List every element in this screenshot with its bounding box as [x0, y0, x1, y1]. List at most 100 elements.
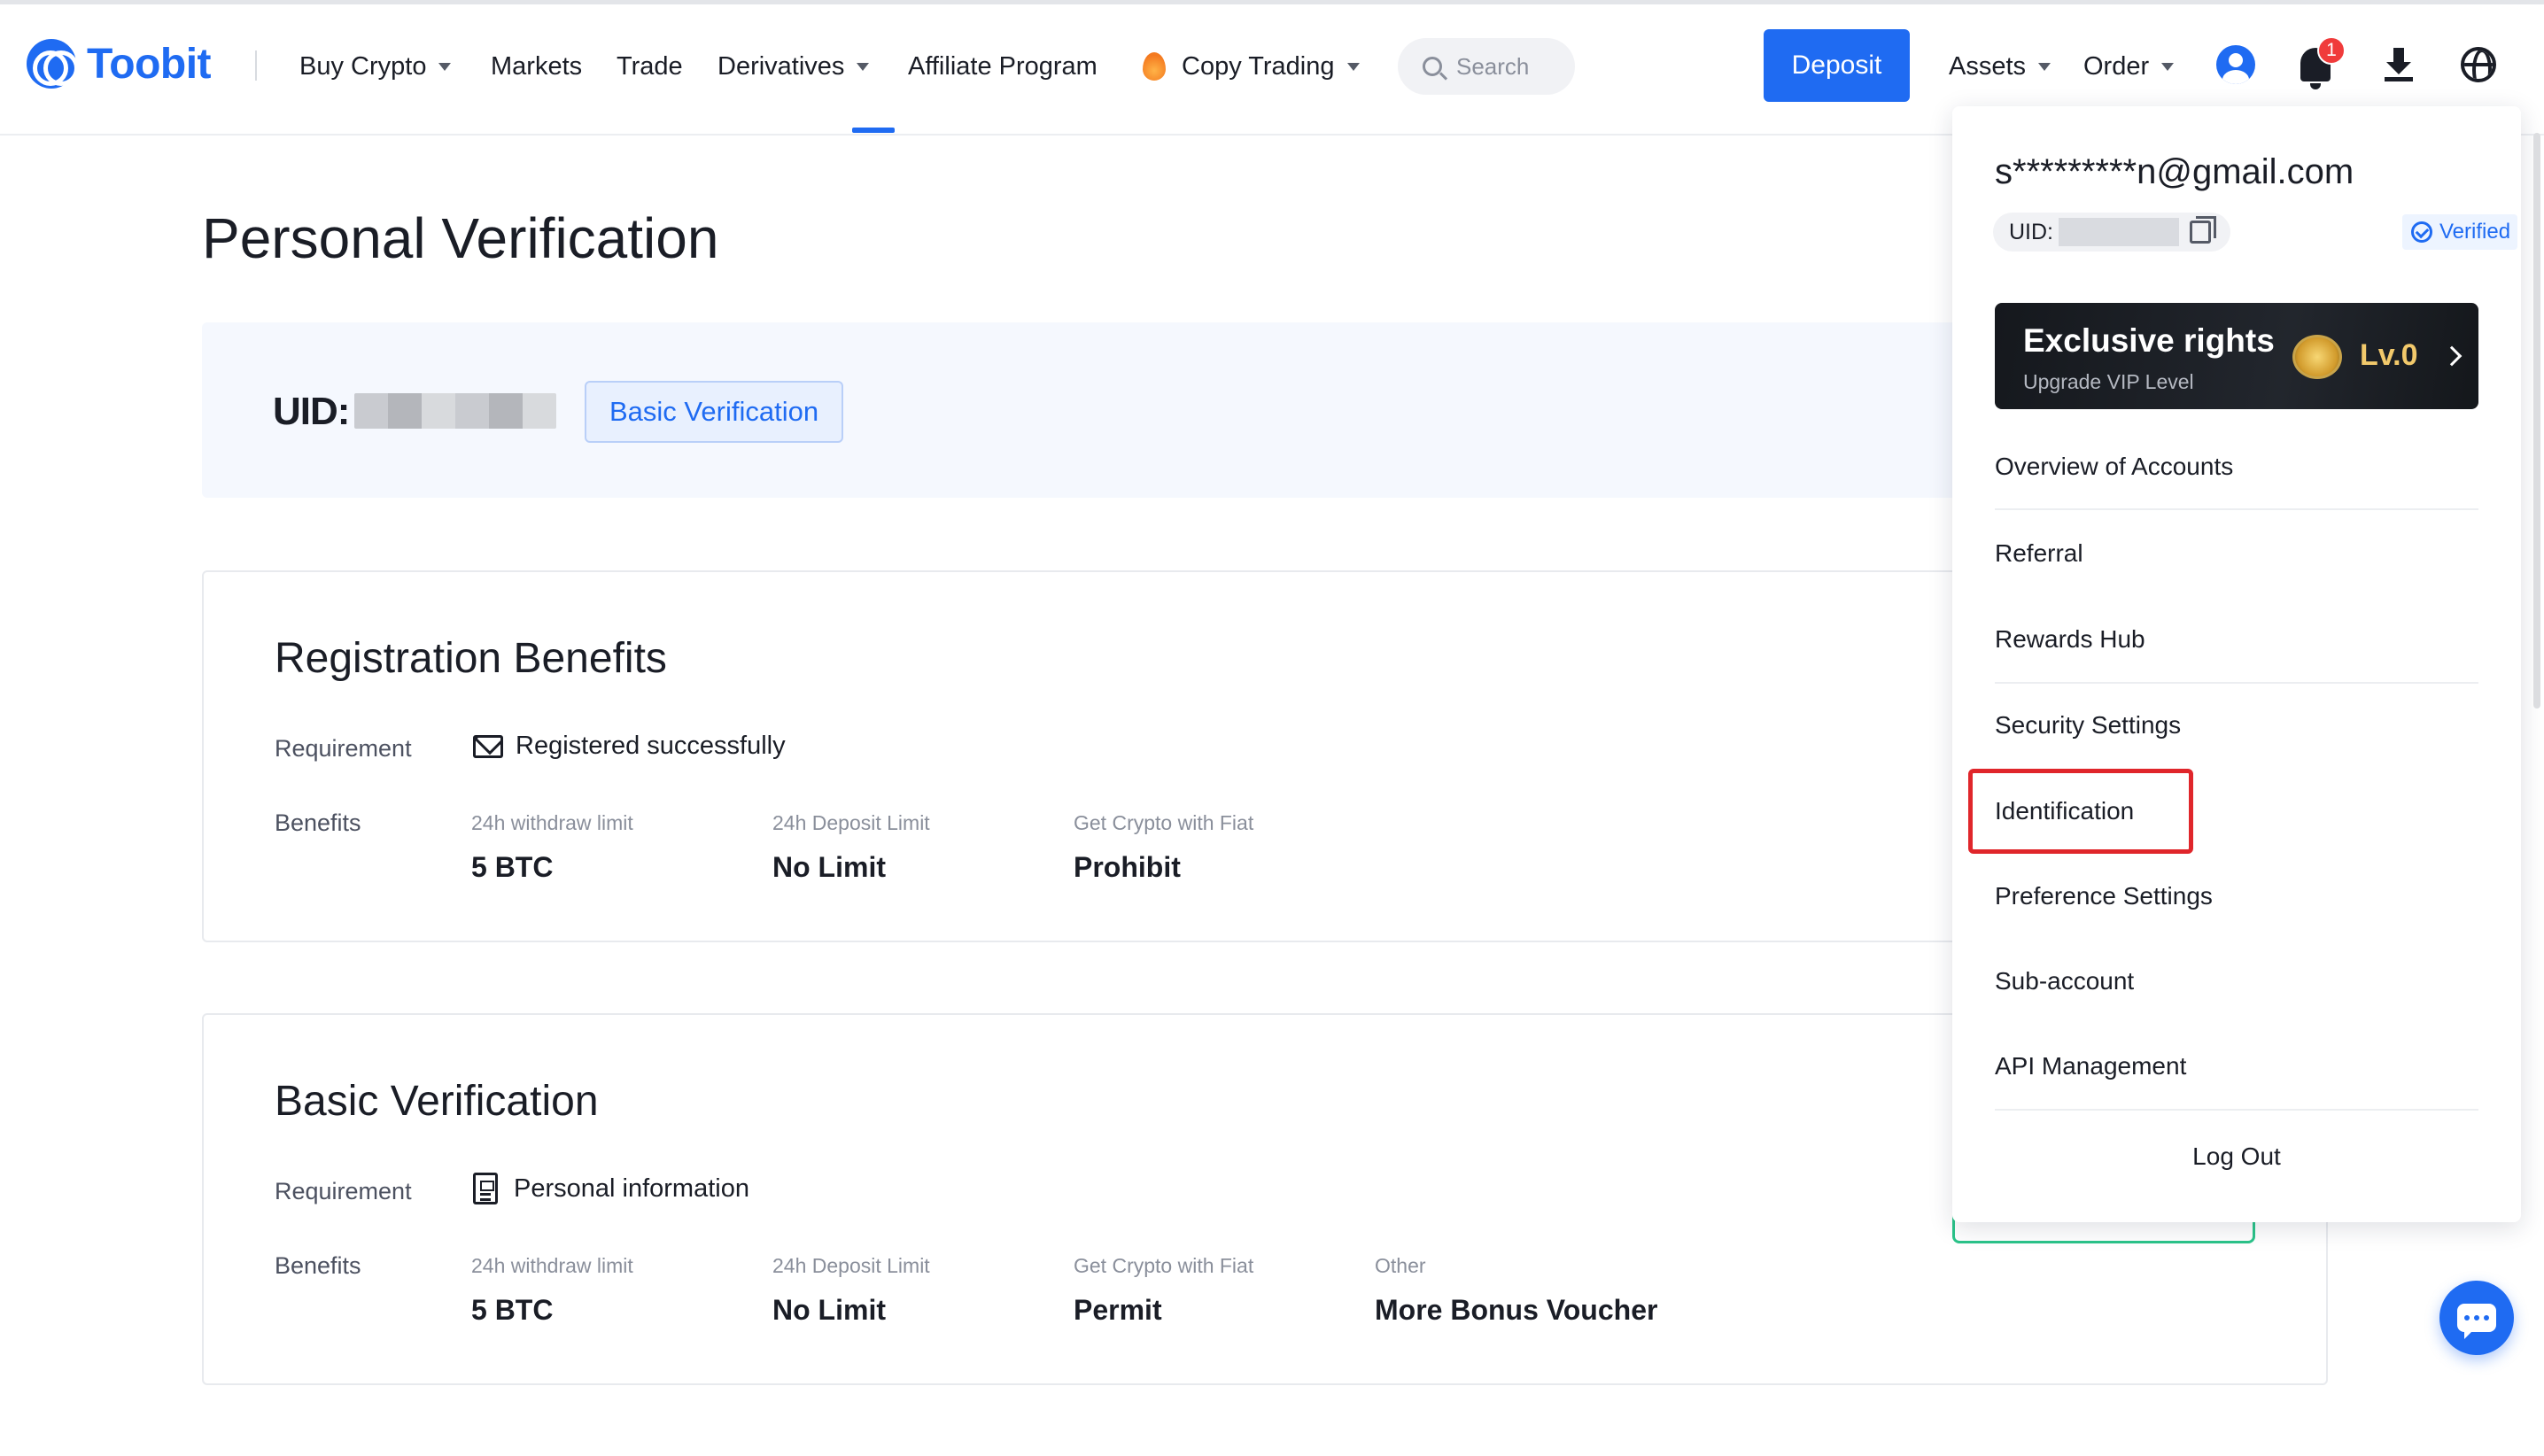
nav-affiliate-program[interactable]: Affiliate Program: [908, 47, 1097, 86]
download-button[interactable]: [2376, 42, 2422, 88]
uid-chip: UID:: [1993, 213, 2230, 252]
verified-badge: Verified: [2402, 214, 2518, 250]
nav-assets[interactable]: Assets: [1949, 47, 2051, 86]
uid-label: UID:: [2009, 219, 2053, 244]
search-icon: [1423, 57, 1442, 76]
page-title: Personal Verification: [202, 206, 719, 270]
toobit-logo-icon: [27, 39, 79, 89]
menu-api-management[interactable]: API Management: [1995, 1044, 2186, 1088]
nav-derivatives-label: Derivatives: [717, 52, 845, 81]
vip-title: Exclusive rights: [2023, 322, 2275, 359]
user-avatar-icon: [2216, 45, 2255, 84]
benefit-value: 5 BTC: [471, 851, 554, 883]
nav-copy-trading[interactable]: Copy Trading: [1143, 47, 1360, 86]
nav-order-label: Order: [2083, 52, 2150, 81]
globe-icon: [2461, 47, 2496, 82]
benefit-crypto-with-fiat: Get Crypto with Fiat Prohibit: [1074, 811, 1253, 884]
search-input[interactable]: [1456, 52, 1563, 81]
benefit-value: Permit: [1074, 1294, 1162, 1326]
vip-medal-icon: [2292, 335, 2342, 379]
document-icon: [473, 1173, 498, 1204]
caret-down-icon: [857, 62, 870, 71]
verified-label: Verified: [2439, 220, 2511, 244]
requirement-label: Requirement: [275, 735, 412, 762]
uid-value-redacted: [2059, 218, 2179, 246]
requirement-value: Registered successfully: [473, 732, 786, 761]
benefits-label: Benefits: [275, 1252, 361, 1279]
card-title: Basic Verification: [275, 1078, 599, 1125]
menu-preference-settings[interactable]: Preference Settings: [1995, 874, 2213, 918]
benefit-value: No Limit: [772, 1294, 886, 1326]
uid-label: UID:: [273, 390, 350, 433]
caret-down-icon: [2038, 62, 2051, 71]
benefit-withdraw-limit: 24h withdraw limit 5 BTC: [471, 1254, 633, 1327]
account-button[interactable]: [2213, 42, 2259, 88]
benefit-label: Get Crypto with Fiat: [1074, 811, 1254, 834]
benefit-crypto-with-fiat: Get Crypto with Fiat Permit: [1074, 1254, 1253, 1327]
account-dropdown: s*********n@gmail.com UID: Verified Excl…: [1952, 106, 2521, 1222]
caret-down-icon: [1346, 62, 1360, 71]
nav-derivatives[interactable]: Derivatives: [717, 47, 870, 86]
nav-active-indicator: [852, 128, 895, 133]
check-circle-icon: [2411, 221, 2432, 243]
benefit-deposit-limit: 24h Deposit Limit No Limit: [772, 1254, 930, 1327]
requirement-text: Registered successfully: [516, 732, 786, 760]
logo-divider: [255, 50, 257, 81]
benefit-value: More Bonus Voucher: [1375, 1294, 1658, 1326]
menu-divider: [1995, 508, 2478, 510]
uid-panel: UID: Basic Verification: [202, 322, 1982, 498]
menu-rewards-hub[interactable]: Rewards Hub: [1995, 617, 2145, 662]
page-scrollbar[interactable]: [2533, 133, 2540, 709]
requirement-value: Personal information: [473, 1173, 749, 1204]
nav-order[interactable]: Order: [2083, 47, 2175, 86]
nav-copy-trading-label: Copy Trading: [1182, 52, 1335, 81]
flame-icon: [1143, 52, 1166, 81]
caret-down-icon: [438, 62, 452, 71]
menu-sub-account[interactable]: Sub-account: [1995, 959, 2134, 1003]
benefit-other: Other More Bonus Voucher: [1375, 1254, 1657, 1327]
identification-highlight-box: [1968, 769, 2193, 854]
requirement-text: Personal information: [514, 1173, 749, 1203]
vip-subtitle: Upgrade VIP Level: [2023, 370, 2194, 393]
brand-name: Toobit: [87, 40, 212, 88]
chevron-right-icon: [2441, 345, 2463, 367]
account-email: s*********n@gmail.com: [1995, 152, 2354, 191]
benefit-label: 24h Deposit Limit: [772, 811, 930, 834]
logout-button[interactable]: Log Out: [1952, 1142, 2521, 1171]
nav-buy-crypto-label: Buy Crypto: [299, 52, 427, 81]
benefit-value: Prohibit: [1074, 851, 1181, 883]
support-chat-button[interactable]: [2439, 1281, 2514, 1355]
menu-overview-of-accounts[interactable]: Overview of Accounts: [1995, 445, 2233, 489]
download-icon: [2385, 48, 2413, 81]
uid-value-redacted: [354, 393, 556, 429]
requirement-label: Requirement: [275, 1178, 412, 1204]
benefit-withdraw-limit: 24h withdraw limit 5 BTC: [471, 811, 633, 884]
nav-assets-label: Assets: [1949, 52, 2027, 81]
menu-divider: [1995, 682, 2478, 684]
benefit-label: 24h Deposit Limit: [772, 1254, 930, 1277]
benefit-value: 5 BTC: [471, 1294, 554, 1326]
chat-bubble-icon: [2457, 1304, 2496, 1339]
search-box[interactable]: [1398, 38, 1575, 95]
language-button[interactable]: [2455, 42, 2501, 88]
vip-level: Lv.0: [2360, 338, 2418, 372]
card-title: Registration Benefits: [275, 635, 667, 682]
benefit-label: Get Crypto with Fiat: [1074, 1254, 1254, 1277]
nav-buy-crypto[interactable]: Buy Crypto: [299, 47, 452, 86]
toobit-logo[interactable]: Toobit: [27, 36, 212, 91]
deposit-button[interactable]: Deposit: [1764, 29, 1910, 102]
menu-referral[interactable]: Referral: [1995, 531, 2083, 576]
benefit-deposit-limit: 24h Deposit Limit No Limit: [772, 811, 930, 884]
nav-trade[interactable]: Trade: [617, 47, 683, 86]
menu-security-settings[interactable]: Security Settings: [1995, 703, 2181, 747]
caret-down-icon: [2161, 62, 2175, 71]
benefits-label: Benefits: [275, 809, 361, 836]
notification-badge: 1: [2317, 36, 2346, 65]
mail-icon: [473, 734, 503, 758]
vip-banner[interactable]: Exclusive rights Upgrade VIP Level Lv.0: [1995, 303, 2478, 409]
nav-markets[interactable]: Markets: [491, 47, 582, 86]
benefit-label: 24h withdraw limit: [471, 1254, 633, 1277]
verification-level-tag: Basic Verification: [585, 381, 844, 443]
copy-icon[interactable]: [2190, 216, 2216, 244]
benefit-label: Other: [1375, 1254, 1426, 1277]
